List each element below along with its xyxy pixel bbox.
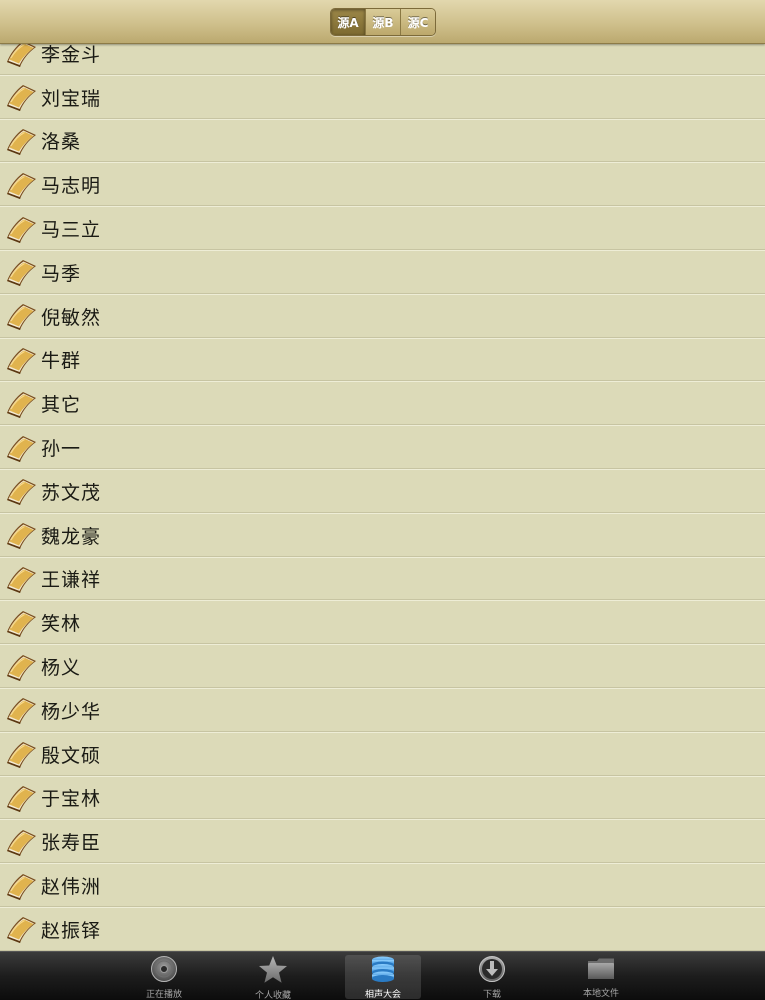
- list-item[interactable]: 马季: [0, 250, 765, 295]
- tab-now-playing[interactable]: 正在播放: [126, 955, 202, 1000]
- tab-label: 正在播放: [145, 990, 182, 1000]
- book-icon: [4, 652, 38, 682]
- book-icon: [4, 914, 38, 944]
- book-icon: [4, 170, 38, 200]
- list-item-label: 倪敏然: [41, 306, 102, 329]
- list-item[interactable]: 其它: [0, 382, 765, 427]
- list-item-label: 孙一: [41, 438, 82, 461]
- list-item-label: 于宝林: [41, 788, 102, 811]
- top-bar: 源A 源B 源C: [0, 0, 765, 44]
- list-item[interactable]: 马志明: [0, 163, 765, 208]
- book-icon: [4, 476, 38, 506]
- segment-source-a[interactable]: 源A: [331, 9, 365, 35]
- list-item-label: 张寿臣: [41, 832, 102, 855]
- tab-crosstalk-library[interactable]: 相声大会: [345, 955, 421, 1000]
- book-icon: [4, 126, 38, 156]
- list-item-label: 魏龙豪: [41, 525, 102, 548]
- book-icon: [4, 257, 38, 287]
- tab-local-files[interactable]: 本地文件: [563, 955, 639, 999]
- list-item[interactable]: 赵伟洲: [0, 864, 765, 908]
- book-icon: [4, 433, 38, 463]
- list-item-label: 笑林: [41, 613, 82, 636]
- list-item[interactable]: 赵振铎: [0, 907, 765, 952]
- list-item-label: 牛群: [41, 350, 82, 373]
- list-item[interactable]: 笑林: [0, 601, 765, 646]
- list-item[interactable]: 于宝林: [0, 776, 765, 821]
- list-item-label: 杨少华: [41, 700, 102, 723]
- list-item-label: 马三立: [41, 219, 102, 242]
- list-item-label: 苏文茂: [41, 481, 102, 504]
- star-icon: [258, 955, 288, 984]
- book-icon: [4, 345, 38, 375]
- list-item-label: 赵伟洲: [41, 876, 102, 899]
- tab-label: 个人收藏: [254, 991, 291, 1000]
- list-item[interactable]: 马三立: [0, 207, 765, 251]
- disc-icon: [149, 955, 179, 983]
- book-icon: [4, 827, 38, 857]
- list-item-label: 马志明: [41, 175, 102, 198]
- list-item-label: 王谦祥: [41, 569, 102, 592]
- list-item[interactable]: 孙一: [0, 426, 765, 470]
- book-icon: [4, 695, 38, 725]
- list-item-label: 洛桑: [41, 131, 82, 154]
- list-item[interactable]: 牛群: [0, 338, 765, 383]
- list-item[interactable]: 洛桑: [0, 119, 765, 164]
- book-icon: [4, 783, 38, 813]
- tab-bar: 正在播放 个人收藏 相声大会 下载 本地文件: [0, 951, 765, 1000]
- list-item[interactable]: 倪敏然: [0, 294, 765, 339]
- list-item[interactable]: 殷文硕: [0, 732, 765, 777]
- list-item-label: 马季: [41, 262, 82, 285]
- book-icon: [4, 608, 38, 638]
- book-icon: [4, 739, 38, 769]
- list-item-label: 杨义: [41, 657, 82, 680]
- database-icon: [368, 955, 398, 983]
- list-item[interactable]: 苏文茂: [0, 469, 765, 514]
- list-item-label: 殷文硕: [41, 744, 102, 767]
- book-icon: [4, 564, 38, 594]
- segment-source-c[interactable]: 源C: [400, 9, 435, 35]
- book-icon: [4, 871, 38, 901]
- folder-icon: [586, 955, 616, 982]
- download-icon: [477, 955, 507, 983]
- list-item[interactable]: 杨义: [0, 645, 765, 689]
- tab-downloads[interactable]: 下载: [454, 955, 530, 1000]
- book-icon: [4, 301, 38, 331]
- tab-label: 相声大会: [364, 990, 401, 1000]
- list-item[interactable]: 刘宝瑞: [0, 75, 765, 120]
- source-segmented-control[interactable]: 源A 源B 源C: [330, 8, 436, 36]
- performer-list[interactable]: 李金斗 刘宝瑞 洛桑 马志明 马三立 马季 倪敏然 牛群 其它 孙一 苏文茂 魏…: [0, 32, 765, 952]
- list-item[interactable]: 魏龙豪: [0, 513, 765, 558]
- list-item-label: 其它: [41, 394, 82, 417]
- book-icon: [4, 82, 38, 112]
- book-icon: [4, 389, 38, 419]
- segment-source-b[interactable]: 源B: [365, 9, 400, 35]
- list-item[interactable]: 王谦祥: [0, 557, 765, 602]
- tab-label: 下载: [482, 990, 501, 1000]
- tab-favorites[interactable]: 个人收藏: [235, 955, 311, 1000]
- book-icon: [4, 520, 38, 550]
- tab-label: 本地文件: [582, 989, 619, 999]
- list-item[interactable]: 张寿臣: [0, 820, 765, 865]
- book-icon: [4, 214, 38, 244]
- app-window: 李金斗 刘宝瑞 洛桑 马志明 马三立 马季 倪敏然 牛群 其它 孙一 苏文茂 魏…: [0, 0, 765, 1000]
- list-item-label: 赵振铎: [41, 919, 102, 942]
- list-item-label: 刘宝瑞: [41, 87, 102, 110]
- list-item[interactable]: 杨少华: [0, 688, 765, 733]
